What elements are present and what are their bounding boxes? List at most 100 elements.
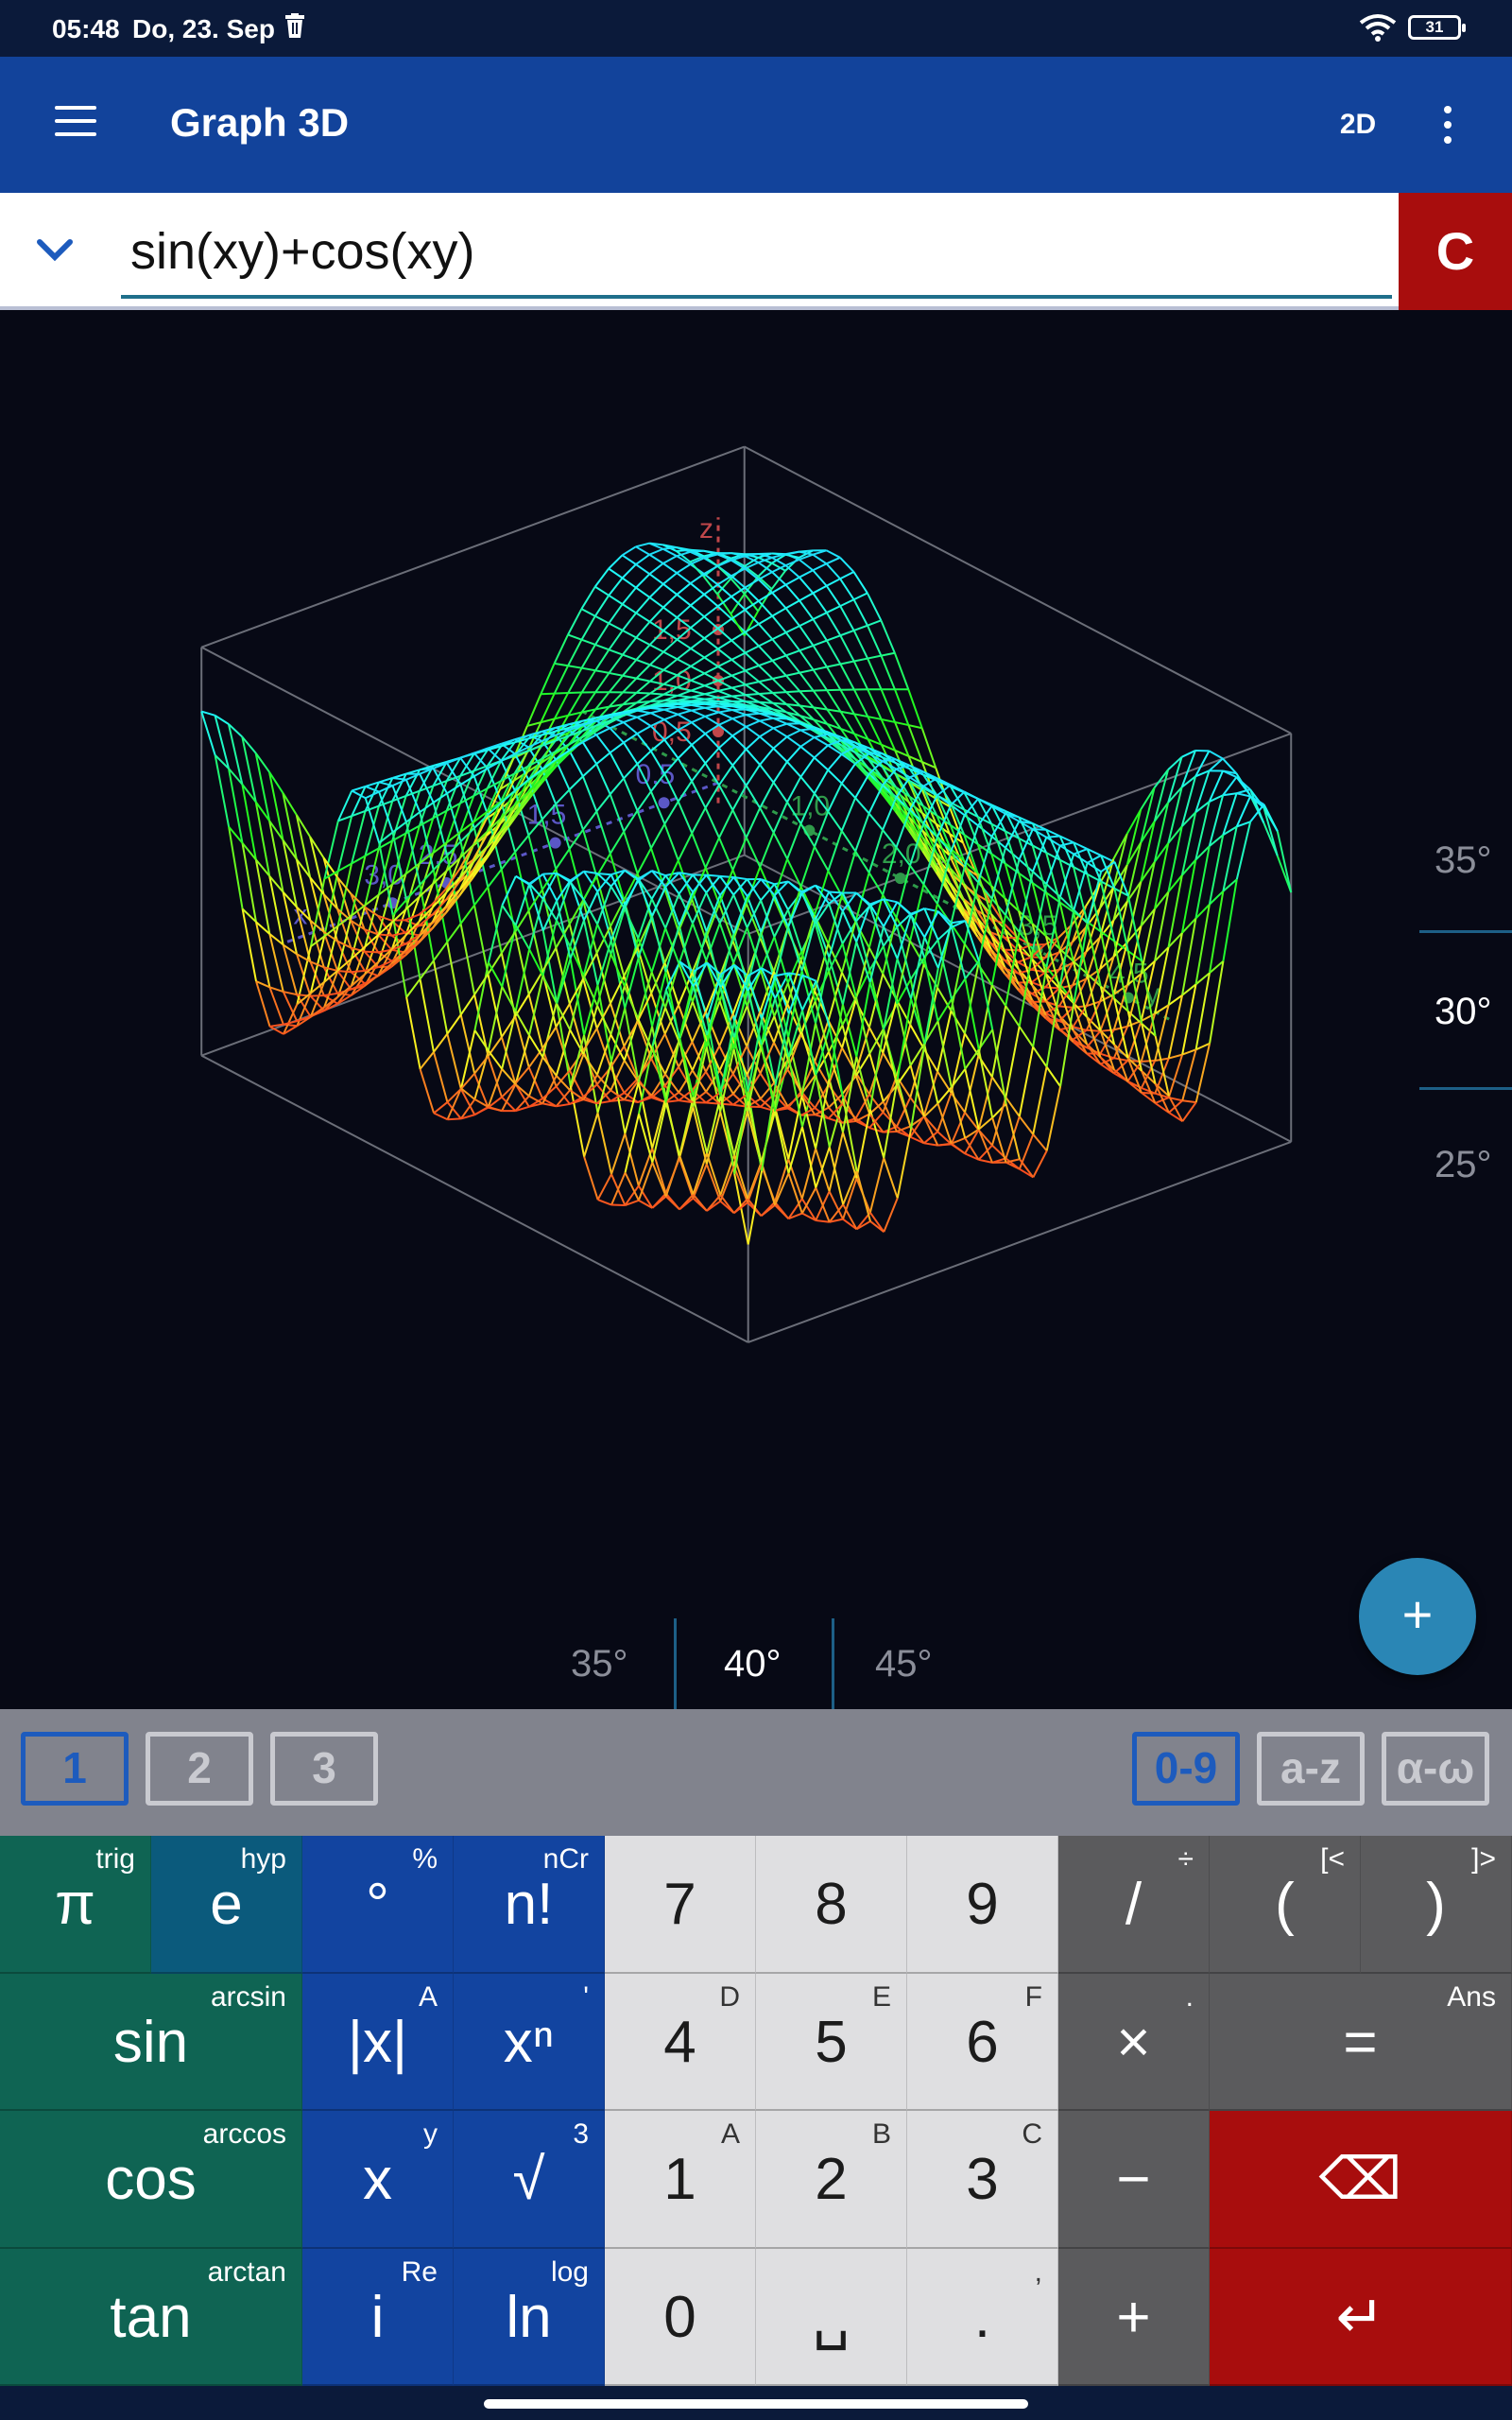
horizontal-angle-left[interactable]: 35° bbox=[571, 1643, 628, 1685]
expression-input[interactable]: sin(xy)+cos(xy) bbox=[121, 212, 1392, 299]
key-plus[interactable]: + bbox=[1058, 2248, 1210, 2386]
surface-mesh-line bbox=[745, 681, 760, 686]
key-space[interactable]: ␣ bbox=[756, 2248, 907, 2386]
key-1[interactable]: A1 bbox=[605, 2111, 756, 2249]
surface-mesh-line bbox=[662, 546, 678, 550]
key-3[interactable]: C3 bbox=[907, 2111, 1058, 2249]
key-4[interactable]: D4 bbox=[605, 1973, 756, 2111]
surface-mesh-line bbox=[568, 750, 584, 777]
vertical-angle-upper[interactable]: 35° bbox=[1435, 839, 1492, 882]
menu-icon[interactable] bbox=[55, 106, 96, 138]
key-5[interactable]: E5 bbox=[756, 1973, 907, 2111]
key-multiply[interactable]: . × bbox=[1058, 1973, 1210, 2111]
surface-mesh-line bbox=[636, 810, 652, 849]
key-divide[interactable]: ÷ / bbox=[1058, 1836, 1210, 1974]
horizontal-angle-selected[interactable]: 40° bbox=[724, 1643, 782, 1685]
surface-mesh-line bbox=[553, 634, 569, 665]
key-equals[interactable]: Ans = bbox=[1210, 1973, 1512, 2111]
surface-mesh-line bbox=[1125, 809, 1143, 866]
vertical-angle-selected[interactable]: 30° bbox=[1435, 991, 1492, 1033]
surface-mesh-line bbox=[826, 549, 841, 559]
key-degree[interactable]: % ° bbox=[302, 1836, 454, 1974]
key-cos[interactable]: arccos cos bbox=[0, 2111, 302, 2249]
surface-mesh-line bbox=[839, 664, 855, 690]
key-8[interactable]: 8 bbox=[756, 1836, 907, 1974]
add-graph-button[interactable]: + bbox=[1359, 1558, 1476, 1675]
surface-mesh-line bbox=[1087, 855, 1102, 864]
key-2[interactable]: B2 bbox=[756, 2111, 907, 2249]
surface-mesh-line bbox=[812, 690, 829, 711]
key-minus[interactable]: − bbox=[1058, 2111, 1210, 2249]
surface-mesh-line bbox=[336, 815, 353, 872]
key-tan[interactable]: arctan tan bbox=[0, 2248, 302, 2386]
surface-mesh-line bbox=[622, 636, 638, 656]
surface-mesh-line bbox=[610, 1008, 627, 1063]
key-open-paren[interactable]: [<( bbox=[1210, 1836, 1361, 1974]
surface-mesh-line bbox=[690, 679, 705, 687]
surface-mesh-line bbox=[678, 701, 692, 705]
graph-plot[interactable]: z0,51,01,5x0,51,52,53,0y1,02,03,54,5 bbox=[0, 310, 1512, 1709]
surface-mesh-line bbox=[691, 700, 706, 704]
vertical-angle-lower[interactable]: 25° bbox=[1435, 1144, 1492, 1186]
key-power[interactable]: ' xⁿ bbox=[454, 1973, 605, 2111]
surface-mesh-line bbox=[799, 559, 814, 572]
key-decimal[interactable]: ,. bbox=[907, 2248, 1058, 2386]
key-i[interactable]: Re i bbox=[302, 2248, 454, 2386]
chevron-down-icon[interactable] bbox=[34, 233, 76, 270]
surface-mesh-line bbox=[826, 666, 842, 691]
surface-mesh-line bbox=[852, 598, 868, 627]
surface-mesh-line bbox=[650, 823, 666, 849]
surface-mesh-line bbox=[1141, 1060, 1156, 1063]
surface-mesh-line bbox=[826, 634, 841, 642]
more-options-icon[interactable] bbox=[1429, 104, 1467, 146]
graph-3d-canvas[interactable]: z0,51,01,5x0,51,52,53,0y1,02,03,54,5 35°… bbox=[0, 310, 1512, 1709]
surface-mesh-line bbox=[813, 639, 828, 647]
key-9[interactable]: 9 bbox=[907, 1836, 1058, 1974]
surface-mesh-line bbox=[1032, 828, 1047, 831]
surface-mesh-line bbox=[648, 583, 664, 598]
key-enter[interactable]: ↵ bbox=[1210, 2248, 1512, 2386]
key-x[interactable]: yx bbox=[302, 2111, 454, 2249]
surface-mesh-line bbox=[364, 950, 379, 954]
surface-mesh-line bbox=[609, 648, 624, 656]
surface-mesh-line bbox=[690, 637, 705, 649]
key-e[interactable]: hyp e bbox=[151, 1836, 302, 1974]
key-ln[interactable]: log ln bbox=[454, 2248, 605, 2386]
status-date: Do, 23. Sep bbox=[132, 14, 275, 43]
tab-mode-digits[interactable]: 0-9 bbox=[1132, 1732, 1240, 1806]
key-6[interactable]: F6 bbox=[907, 1973, 1058, 2111]
surface-mesh-line bbox=[703, 637, 719, 650]
surface-mesh-line bbox=[812, 618, 828, 642]
surface-mesh-line bbox=[501, 1083, 517, 1112]
surface-mesh-line bbox=[717, 648, 732, 661]
key-sin[interactable]: arcsin sin bbox=[0, 1973, 302, 2111]
key-factorial[interactable]: nCr n! bbox=[454, 1836, 605, 1974]
tab-page-1[interactable]: 1 bbox=[21, 1732, 129, 1806]
key-7[interactable]: 7 bbox=[605, 1836, 756, 1974]
surface-mesh-line bbox=[473, 973, 490, 995]
surface-mesh-line bbox=[690, 582, 705, 596]
key-pi[interactable]: trig π bbox=[0, 1836, 151, 1974]
vertical-angle-divider bbox=[1419, 930, 1512, 933]
surface-mesh-line bbox=[827, 830, 843, 872]
tab-page-3[interactable]: 3 bbox=[270, 1732, 378, 1806]
surface-mesh-line bbox=[432, 960, 449, 1034]
surface-mesh-line bbox=[594, 644, 610, 651]
mode-2d-button[interactable]: 2D bbox=[1323, 104, 1393, 146]
tab-mode-greek[interactable]: α-ω bbox=[1382, 1732, 1489, 1806]
home-indicator[interactable] bbox=[484, 2399, 1028, 2409]
tab-mode-latin[interactable]: a-z bbox=[1257, 1732, 1365, 1806]
key-0[interactable]: 0 bbox=[605, 2248, 756, 2386]
horizontal-angle-right[interactable]: 45° bbox=[875, 1643, 933, 1685]
surface-mesh-line bbox=[825, 585, 841, 607]
surface-mesh-line bbox=[392, 778, 407, 786]
surface-mesh-line bbox=[459, 784, 475, 829]
bounding-box-edge bbox=[747, 1140, 1292, 1343]
key-sqrt[interactable]: 3 √ bbox=[454, 2111, 605, 2249]
tab-page-2[interactable]: 2 bbox=[146, 1732, 253, 1806]
surface-mesh-line bbox=[703, 648, 719, 659]
key-close-paren[interactable]: ]>) bbox=[1361, 1836, 1512, 1974]
key-backspace[interactable]: ⌫ bbox=[1210, 2111, 1512, 2249]
clear-button[interactable]: C bbox=[1399, 193, 1512, 310]
key-abs[interactable]: A |x| bbox=[302, 1973, 454, 2111]
